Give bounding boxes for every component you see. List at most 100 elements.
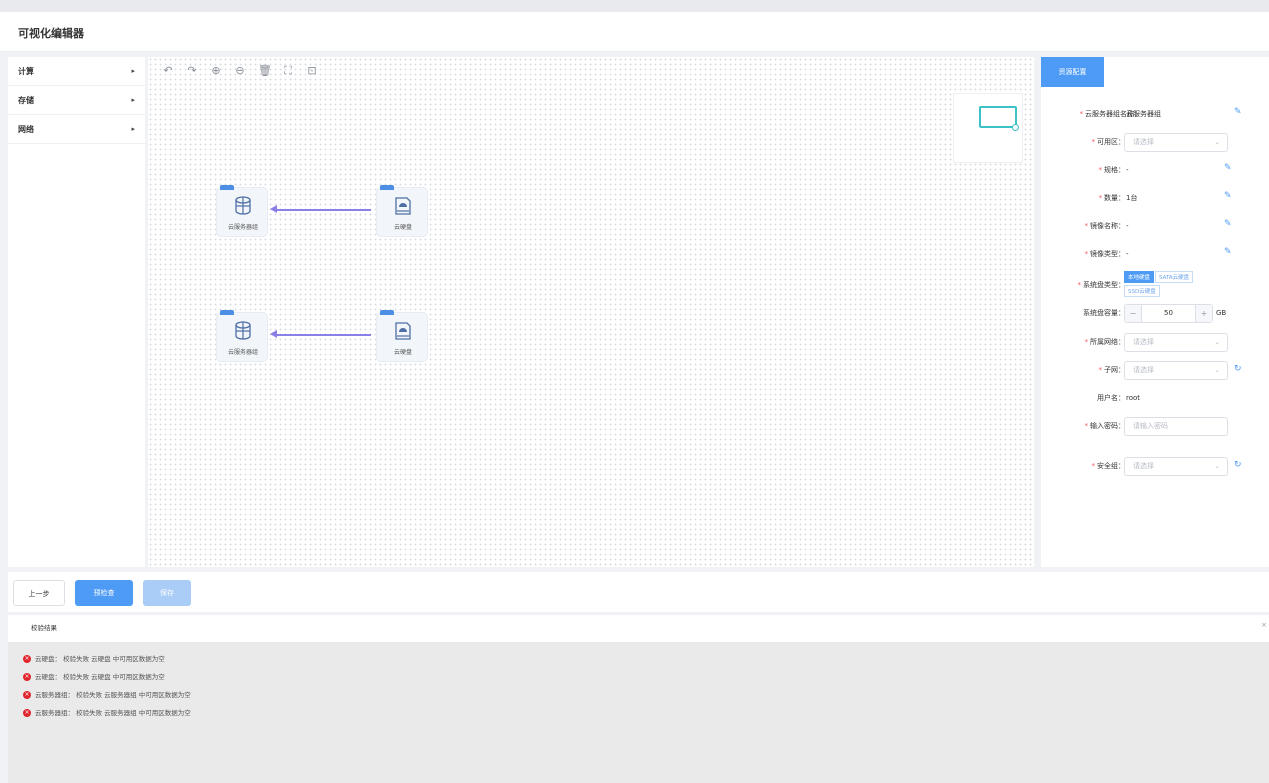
results-header: 校验结果 × <box>8 615 1269 642</box>
field-username: 用户名： root <box>1041 388 1269 408</box>
field-value: 云服务器组 <box>1126 110 1161 118</box>
radio-local-disk[interactable]: 本地硬盘 <box>1124 271 1155 283</box>
field-label: * 可用区： <box>1091 138 1126 146</box>
palette-category-label: 存储 <box>18 96 34 105</box>
field-quantity: * 数量： 1台 ✎ <box>1041 188 1269 208</box>
error-icon: × <box>23 691 31 699</box>
disk-size-value[interactable]: 50 <box>1142 305 1195 322</box>
export-icon[interactable]: ⊡ <box>306 63 318 79</box>
node-label: 云硬盘 <box>393 349 412 356</box>
edit-icon[interactable]: ✎ <box>1224 163 1235 174</box>
palette-category-compute[interactable]: 计算 ▸ <box>8 57 145 86</box>
field-label: 用户名： <box>1097 394 1125 402</box>
connection-edge[interactable] <box>270 330 371 338</box>
node-cloud-disk[interactable]: 云硬盘 <box>376 310 428 362</box>
close-icon[interactable]: × <box>1261 615 1267 635</box>
radio-ssd-disk[interactable]: SSD云硬盘 <box>1124 285 1160 297</box>
server-cluster-icon <box>235 321 251 340</box>
error-text: 云服务器组： 校验失败 云服务器组 中可用区数据为空 <box>35 691 191 699</box>
field-value: - <box>1126 250 1129 258</box>
node-server-group[interactable]: 云服务器组 <box>216 185 268 237</box>
field-image-type: * 镜像类型： - ✎ <box>1041 244 1269 264</box>
fit-view-icon[interactable]: ⛶ <box>282 63 294 79</box>
zone-select[interactable]: 请选择 ⌄ <box>1124 133 1228 152</box>
validation-results-panel: 校验结果 × × 云硬盘： 校验失败 云硬盘 中可用区数据为空 × 云硬盘： 校验失… <box>8 615 1269 783</box>
field-label: * 规格： <box>1098 166 1126 174</box>
palette-category-storage[interactable]: 存储 ▸ <box>8 86 145 115</box>
decrement-button[interactable]: − <box>1125 305 1142 322</box>
field-label: * 数量： <box>1098 194 1126 202</box>
security-group-select[interactable]: 请选择 ⌄ <box>1124 457 1228 476</box>
edit-icon[interactable]: ✎ <box>1224 219 1235 230</box>
server-cluster-icon <box>235 196 251 215</box>
minimap-viewport[interactable] <box>979 106 1017 128</box>
zoom-out-icon[interactable]: ⊖ <box>234 63 246 79</box>
palette-category-network[interactable]: 网络 ▸ <box>8 115 145 144</box>
error-icon: × <box>23 709 31 717</box>
page-title: 可视化编辑器 <box>18 27 84 40</box>
cloud-disk-icon <box>395 197 411 215</box>
edit-icon[interactable]: ✎ <box>1224 191 1235 202</box>
previous-step-button[interactable]: 上一步 <box>13 580 65 606</box>
field-label: * 子网： <box>1098 366 1126 374</box>
field-label: * 输入密码： <box>1084 422 1126 430</box>
minimap-resize-handle[interactable] <box>1012 124 1019 131</box>
redo-icon[interactable]: ↷ <box>186 63 198 79</box>
vpc-select[interactable]: 请选择 ⌄ <box>1124 333 1228 352</box>
connection-edge[interactable] <box>270 205 371 213</box>
results-title: 校验结果 <box>31 624 57 632</box>
minimap[interactable] <box>953 93 1023 163</box>
field-value: - <box>1126 166 1129 174</box>
field-system-disk-size: 系统盘容量： − 50 + GB <box>1041 303 1269 323</box>
edit-icon[interactable]: ✎ <box>1234 107 1245 118</box>
delete-icon[interactable]: 🗑 <box>258 63 272 79</box>
arrow-head-icon <box>270 205 277 213</box>
arrow-head-icon <box>270 330 277 338</box>
error-icon: × <box>23 673 31 681</box>
save-button[interactable]: 保存 <box>143 580 191 606</box>
edit-icon[interactable]: ✎ <box>1224 247 1235 258</box>
error-text: 云硬盘： 校验失败 云硬盘 中可用区数据为空 <box>35 655 165 663</box>
error-item: × 云服务器组： 校验失败 云服务器组 中可用区数据为空 <box>23 704 191 722</box>
error-item: × 云硬盘： 校验失败 云硬盘 中可用区数据为空 <box>23 668 165 686</box>
refresh-icon[interactable]: ↻ <box>1234 459 1242 472</box>
field-label: * 所属网络： <box>1084 338 1126 346</box>
node-label: 云服务器组 <box>227 224 258 231</box>
radio-sata-disk[interactable]: SATA云硬盘 <box>1155 271 1194 283</box>
field-system-disk-type: * 系统盘类型： 本地硬盘 SATA云硬盘 SSD云硬盘 <box>1041 271 1269 301</box>
undo-icon[interactable]: ↶ <box>162 63 174 79</box>
node-tab <box>220 310 234 315</box>
node-tab <box>380 310 394 315</box>
error-text: 云硬盘： 校验失败 云硬盘 中可用区数据为空 <box>35 673 165 681</box>
component-palette: 计算 ▸ 存储 ▸ 网络 ▸ <box>8 57 145 567</box>
unit-label: GB <box>1216 309 1227 317</box>
canvas-toolbar: ↶ ↷ ⊕ ⊖ 🗑 ⛶ ⊡ <box>162 63 318 79</box>
precheck-button[interactable]: 预检查 <box>75 580 133 606</box>
error-icon: × <box>23 655 31 663</box>
increment-button[interactable]: + <box>1195 305 1212 322</box>
field-server-group-name: * 云服务器组名称： 云服务器组 ✎ <box>1041 104 1269 124</box>
tab-resource-config[interactable]: 资源配置 <box>1041 57 1104 87</box>
field-label: * 系统盘类型： <box>1077 281 1126 289</box>
caret-right-icon: ▸ <box>131 125 135 133</box>
subnet-select[interactable]: 请选择 ⌄ <box>1124 361 1228 380</box>
field-label: * 镜像名称： <box>1084 222 1126 230</box>
palette-category-label: 网络 <box>18 125 34 134</box>
password-input[interactable]: 请输入密码 <box>1124 417 1228 436</box>
field-value: 1台 <box>1126 194 1138 202</box>
node-cloud-disk[interactable]: 云硬盘 <box>376 185 428 237</box>
cloud-disk-icon <box>395 322 411 340</box>
node-server-group[interactable]: 云服务器组 <box>216 310 268 362</box>
field-image-name: * 镜像名称： - ✎ <box>1041 216 1269 236</box>
field-label: * 安全组： <box>1091 462 1126 470</box>
node-tab <box>220 185 234 190</box>
palette-category-label: 计算 <box>18 67 34 76</box>
zoom-in-icon[interactable]: ⊕ <box>210 63 222 79</box>
field-zone: * 可用区： 请选择 ⌄ <box>1041 132 1269 152</box>
diagram-canvas[interactable]: ↶ ↷ ⊕ ⊖ 🗑 ⛶ ⊡ 云服务器组 云硬盘 云服务器组 云硬盘 <box>148 57 1034 567</box>
refresh-icon[interactable]: ↻ <box>1234 363 1242 376</box>
node-tab <box>380 185 394 190</box>
config-panel: 资源配置 * 云服务器组名称： 云服务器组 ✎ * 可用区： 请选择 ⌄ * 规格： … <box>1041 57 1269 567</box>
system-disk-type-radio-group: 本地硬盘 SATA云硬盘 SSD云硬盘 <box>1124 271 1224 299</box>
caret-right-icon: ▸ <box>131 96 135 104</box>
